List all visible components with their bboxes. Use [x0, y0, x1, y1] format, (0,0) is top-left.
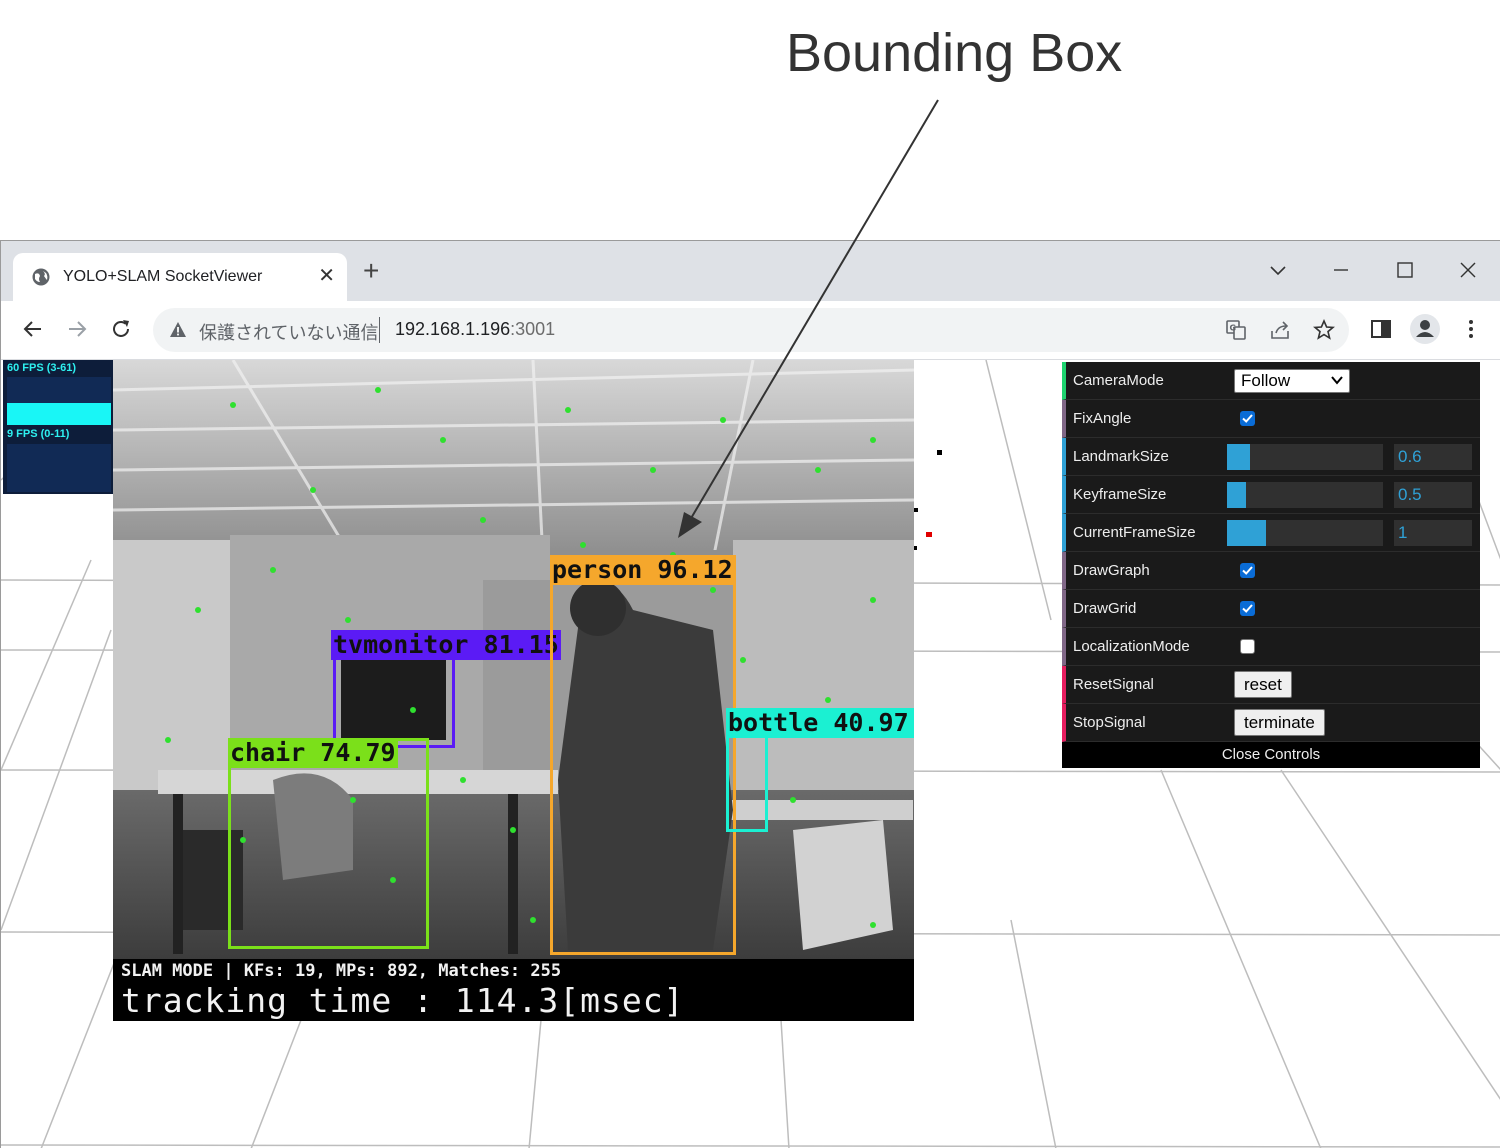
landmark-size-slider[interactable] — [1227, 444, 1383, 470]
fix-angle-row: FixAngle — [1062, 400, 1480, 438]
side-panel-icon[interactable] — [1369, 317, 1393, 341]
annotation-title: Bounding Box — [786, 23, 1123, 83]
tab-close-icon[interactable]: ✕ — [318, 263, 335, 288]
back-arrow-icon[interactable] — [21, 317, 45, 341]
ms-graph — [7, 444, 111, 492]
security-status[interactable]: 保護されていない通信 — [199, 319, 378, 345]
slam-status-line: SLAM MODE | KFs: 19, MPs: 892, Matches: … — [121, 961, 562, 981]
browser-toolbar: 保護されていない通信 192.168.1.196:3001 G — [1, 301, 1500, 360]
draw-grid-label: DrawGrid — [1073, 600, 1137, 617]
chair-bounding-box — [228, 738, 429, 949]
fps-label: 60 FPS (3-61) — [7, 362, 77, 374]
checkmark-icon — [1242, 414, 1253, 423]
draw-graph-row: DrawGraph — [1062, 552, 1480, 590]
maximize-icon[interactable] — [1390, 255, 1420, 285]
url-text[interactable]: 192.168.1.196:3001 — [395, 319, 555, 340]
fix-angle-checkbox[interactable] — [1240, 411, 1255, 426]
localization-mode-checkbox[interactable] — [1240, 639, 1255, 654]
tab-strip: YOLO+SLAM SocketViewer ✕ + — [1, 241, 1500, 301]
current-frame-size-slider[interactable] — [1227, 520, 1383, 546]
more-menu-icon[interactable] — [1459, 317, 1483, 341]
reset-signal-row: ResetSignal reset — [1062, 666, 1480, 704]
fps-graph-fill — [7, 403, 111, 425]
terminate-button[interactable]: terminate — [1234, 709, 1325, 736]
tab-title: YOLO+SLAM SocketViewer — [63, 268, 263, 285]
landmark-size-row: LandmarkSize 0.6 — [1062, 438, 1480, 476]
checkmark-icon — [1242, 604, 1253, 613]
slam-status-bar: SLAM MODE | KFs: 19, MPs: 892, Matches: … — [113, 959, 914, 1021]
current-frame-size-row: CurrentFrameSize 1 — [1062, 514, 1480, 552]
keyframe-size-input[interactable]: 0.5 — [1394, 482, 1472, 508]
tvmonitor-label: tvmonitor 81.15 — [331, 630, 561, 660]
camera-mode-value: Follow — [1241, 371, 1291, 390]
warning-icon[interactable] — [169, 321, 187, 339]
keyframe-size-slider-fill — [1227, 482, 1246, 508]
close-controls-button[interactable]: Close Controls — [1062, 742, 1480, 768]
chair-label: chair 74.79 — [228, 738, 398, 768]
camera-mode-select[interactable]: Follow — [1234, 369, 1350, 393]
current-frame-size-slider-fill — [1227, 520, 1266, 546]
fps-stats-panel[interactable]: 60 FPS (3-61) 9 FPS (0-11) — [3, 360, 113, 494]
bottle-label: bottle 40.97 — [726, 708, 914, 738]
address-divider — [379, 317, 380, 343]
fps-graph — [7, 377, 111, 425]
stop-signal-label: StopSignal — [1073, 714, 1146, 731]
translate-icon[interactable]: G — [1225, 319, 1247, 341]
tracking-time-line: tracking time : 114.3[msec] — [121, 981, 685, 1020]
bookmark-star-icon[interactable] — [1313, 319, 1335, 341]
camera-mode-label: CameraMode — [1073, 372, 1164, 389]
minimize-icon[interactable] — [1326, 255, 1356, 285]
draw-graph-checkbox[interactable] — [1240, 563, 1255, 578]
keyframe-size-row: KeyframeSize 0.5 — [1062, 476, 1480, 514]
svg-text:G: G — [1230, 324, 1237, 333]
keyframe-size-slider[interactable] — [1227, 482, 1383, 508]
url-port: :3001 — [510, 319, 556, 339]
close-window-icon[interactable] — [1453, 255, 1483, 285]
ms-label: 9 FPS (0-11) — [7, 428, 70, 440]
address-bar[interactable]: 保護されていない通信 192.168.1.196:3001 G — [153, 308, 1349, 352]
fix-angle-label: FixAngle — [1073, 410, 1132, 427]
globe-icon — [32, 268, 50, 286]
keyframe-size-label: KeyframeSize — [1073, 486, 1167, 503]
draw-grid-row: DrawGrid — [1062, 590, 1480, 628]
reload-icon[interactable] — [109, 317, 133, 341]
landmark-size-label: LandmarkSize — [1073, 448, 1169, 465]
forward-arrow-icon[interactable] — [65, 317, 89, 341]
current-frame-size-input[interactable]: 1 — [1394, 520, 1472, 546]
draw-graph-label: DrawGraph — [1073, 562, 1150, 579]
checkmark-icon — [1242, 566, 1253, 575]
tab-search-chevron-icon[interactable] — [1263, 255, 1293, 285]
person-bounding-box — [550, 555, 736, 955]
reset-button[interactable]: reset — [1234, 671, 1292, 698]
chevron-down-icon — [1331, 376, 1343, 385]
camera-frame: tvmonitor 81.15 person 96.12 chair 74.79… — [113, 360, 914, 1021]
person-label: person 96.12 — [550, 555, 736, 585]
localization-mode-row: LocalizationMode — [1062, 628, 1480, 666]
url-host: 192.168.1.196 — [395, 319, 511, 339]
share-icon[interactable] — [1269, 319, 1291, 341]
new-tab-button[interactable]: + — [363, 257, 379, 285]
browser-window: YOLO+SLAM SocketViewer ✕ + 保護されていない通信 19… — [0, 240, 1500, 1148]
profile-avatar-icon[interactable] — [1409, 313, 1441, 345]
current-frame-size-label: CurrentFrameSize — [1073, 524, 1196, 541]
camera-mode-row: CameraMode Follow — [1062, 362, 1480, 400]
stop-signal-row: StopSignal terminate — [1062, 704, 1480, 742]
landmark-size-input[interactable]: 0.6 — [1394, 444, 1472, 470]
controls-panel: CameraMode Follow FixAngle LandmarkSize — [1062, 362, 1480, 768]
localization-mode-label: LocalizationMode — [1073, 638, 1190, 655]
reset-signal-label: ResetSignal — [1073, 676, 1154, 693]
landmark-size-slider-fill — [1227, 444, 1251, 470]
3d-viewer-canvas[interactable]: 60 FPS (3-61) 9 FPS (0-11) tvmonitor 81.… — [1, 360, 1500, 1148]
browser-tab[interactable]: YOLO+SLAM SocketViewer ✕ — [13, 253, 347, 301]
draw-grid-checkbox[interactable] — [1240, 601, 1255, 616]
